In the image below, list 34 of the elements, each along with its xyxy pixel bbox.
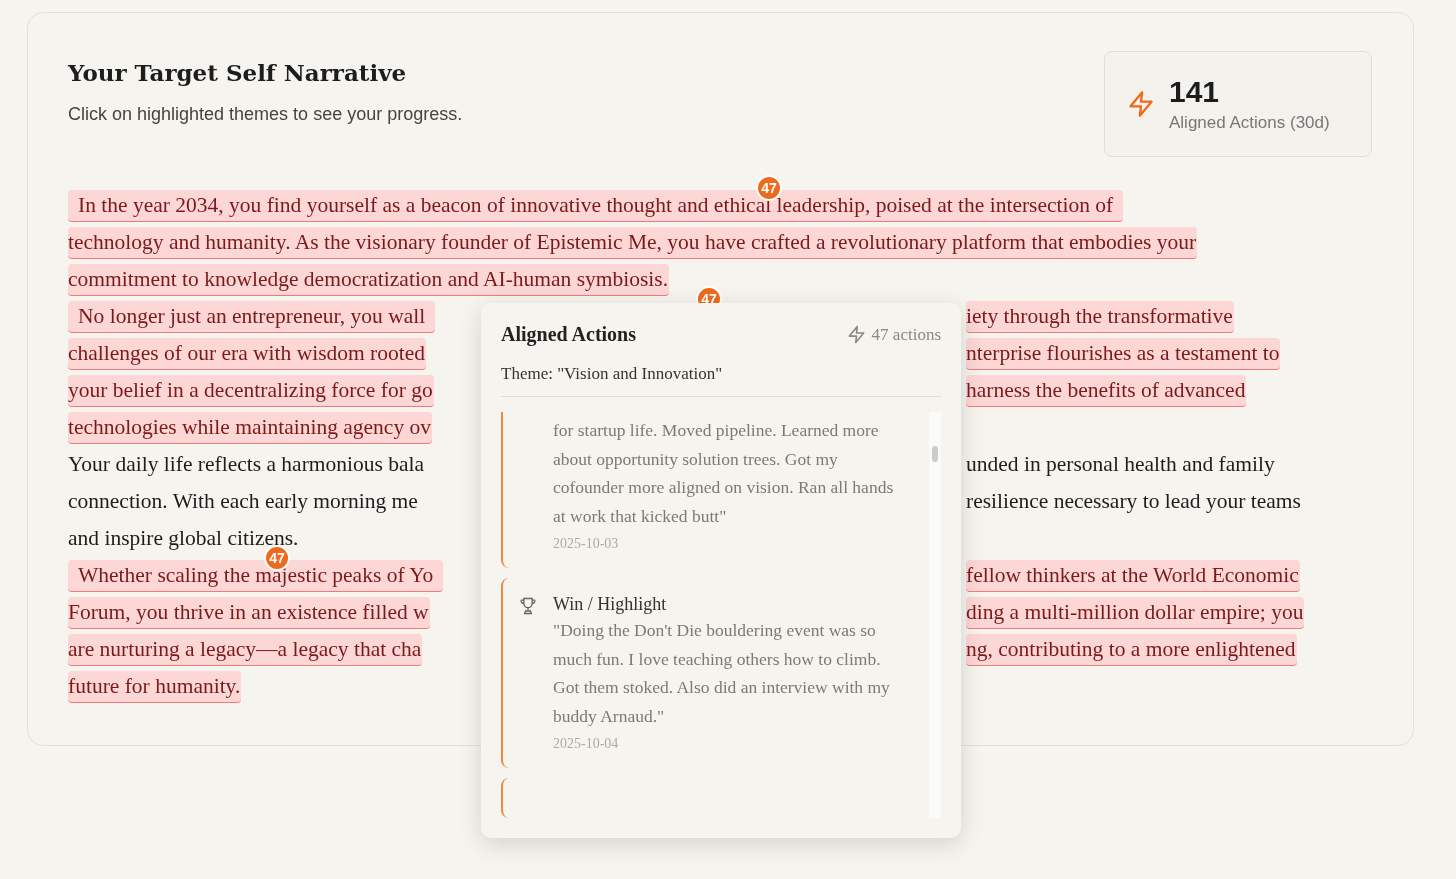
card-subtitle: Click on highlighted themes to see your progress. bbox=[68, 104, 463, 125]
highlighted-text[interactable]: your belief in a decentralizing force for go bbox=[68, 374, 434, 407]
stat-label: Aligned Actions (30d) bbox=[1169, 113, 1330, 133]
theme-label: Theme: "Vision and Innovation" bbox=[501, 364, 941, 397]
highlighted-text[interactable]: Forum, you thrive in an existence filled w bbox=[68, 596, 430, 629]
bolt-icon bbox=[846, 325, 866, 344]
highlighted-text[interactable]: harness the benefits of advanced bbox=[966, 374, 1247, 407]
highlighted-text[interactable]: ng, contributing to a more enlightened bbox=[966, 633, 1297, 666]
card-title: Your Target Self Narrative bbox=[68, 59, 408, 86]
narrative-text: Your daily life reflects a harmonious bala bbox=[68, 450, 426, 478]
highlighted-text[interactable]: fellow thinkers at the World Economic bbox=[966, 559, 1300, 592]
highlighted-text[interactable]: are nurturing a legacy—a legacy that cha bbox=[68, 633, 423, 666]
narrative-text: connection. With each early morning me bbox=[68, 487, 419, 515]
narrative-text: unded in personal health and family bbox=[966, 450, 1276, 478]
highlighted-text[interactable]: commitment to knowledge democratization and AI-human symbiosis. bbox=[68, 263, 670, 296]
highlighted-text[interactable]: iety through the transformative bbox=[966, 300, 1234, 333]
entry-text: "Doing the Don't Die bouldering event was so much fun. I love teaching others how to climb. Got them stoked. Also did an interview with my buddy Arnaud." bbox=[553, 619, 891, 728]
highlighted-text[interactable]: No longer just an entrepreneur, you wall bbox=[68, 300, 436, 333]
highlighted-text[interactable]: nterprise flourishes as a testament to bbox=[966, 337, 1281, 370]
entry-date: 2025-10-04 bbox=[553, 736, 620, 752]
entry-text: for startup life. Moved pipeline. Learned more about opportunity solution trees. Got my cofounder more aligned on vision. Ran all hands at work that kicked butt" bbox=[553, 419, 895, 528]
highlighted-text[interactable]: technologies while maintaining agency ov bbox=[68, 411, 432, 444]
highlighted-text[interactable]: challenges of our era with wisdom rooted bbox=[68, 337, 427, 370]
entry-type: Win / Highlight bbox=[553, 594, 668, 616]
entry-date: 2025-10-03 bbox=[553, 536, 620, 552]
highlighted-text[interactable]: technology and humanity. As the visionary founder of Epistemic Me, you have crafted a revolutionary platform that embodies your bbox=[68, 226, 1198, 259]
highlighted-text[interactable]: future for humanity. bbox=[68, 670, 242, 703]
action-count: 47 actions bbox=[871, 324, 941, 345]
stat-value: 141 bbox=[1169, 75, 1221, 109]
bolt-icon bbox=[1127, 90, 1155, 118]
highlighted-text[interactable]: ding a multi-million dollar empire; you bbox=[966, 596, 1305, 629]
narrative-text: resilience necessary to lead your teams bbox=[966, 487, 1302, 515]
popover-title: Aligned Actions bbox=[501, 323, 637, 346]
trophy-icon bbox=[518, 596, 538, 616]
